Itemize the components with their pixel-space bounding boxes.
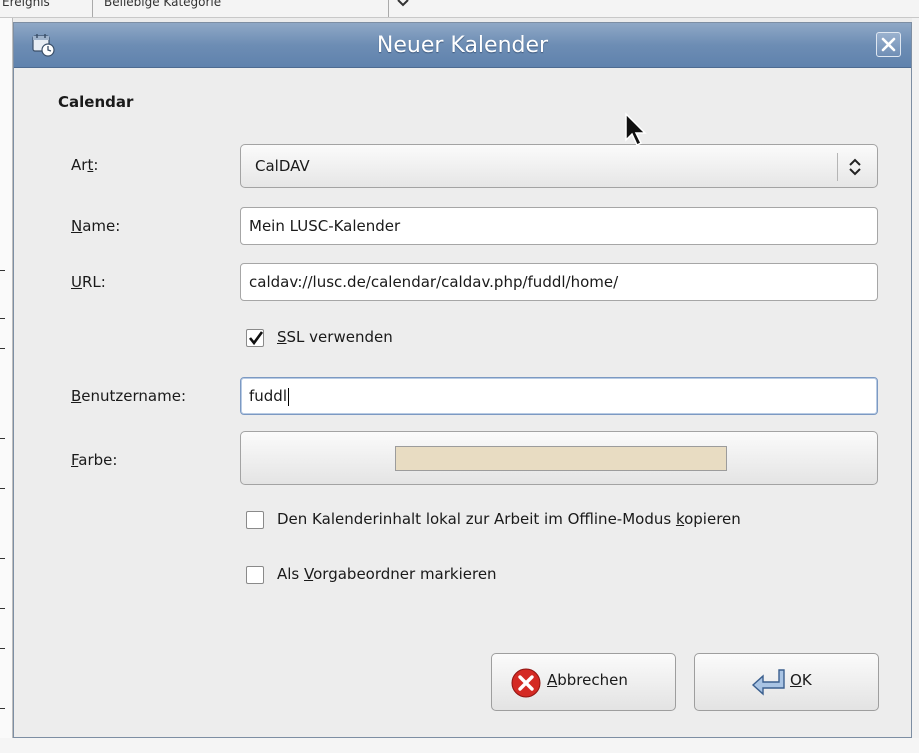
default-folder-label: Als Vorgabeordner markieren <box>277 565 497 583</box>
background-divider <box>388 0 389 17</box>
background-toolbar: Ereignis Beliebige Kategorie <box>0 0 919 18</box>
cancel-icon <box>510 667 542 703</box>
cancel-label: Abbrechen <box>547 671 628 689</box>
close-icon <box>877 37 900 60</box>
name-label: Name: <box>71 217 121 235</box>
calendar-type-select[interactable]: CalDAV <box>240 144 878 188</box>
dialog-title: Neuer Kalender <box>376 33 549 58</box>
calendar-type-value: CalDAV <box>255 157 310 175</box>
text-cursor <box>288 387 289 406</box>
username-label: Benutzername: <box>71 387 187 405</box>
ok-button[interactable]: OK <box>694 653 879 711</box>
dialog-titlebar[interactable]: Neuer Kalender <box>14 23 911 68</box>
section-title: Calendar <box>58 93 134 111</box>
mouse-pointer-icon <box>624 112 648 152</box>
enter-arrow-icon <box>751 668 785 700</box>
name-input[interactable]: Mein LUSC-Kalender <box>240 207 878 245</box>
url-label: URL: <box>71 273 106 291</box>
background-header-left: Ereignis <box>2 0 50 9</box>
close-button[interactable] <box>876 32 901 57</box>
username-input[interactable]: fuddl <box>240 377 878 415</box>
background-header-right: Beliebige Kategorie <box>104 0 222 9</box>
background-bottom-edge <box>0 738 919 753</box>
new-calendar-dialog: Neuer Kalender Calendar Art: CalDAV Name… <box>13 22 912 738</box>
offline-checkbox[interactable] <box>246 511 264 529</box>
background-left-panel <box>0 18 13 753</box>
updown-arrows-icon <box>845 156 865 178</box>
offline-label: Den Kalenderinhalt lokal zur Arbeit im O… <box>277 510 741 528</box>
type-label: Art: <box>71 156 99 174</box>
default-folder-checkbox[interactable] <box>246 566 264 584</box>
chevron-down-icon <box>396 0 410 14</box>
color-swatch <box>395 446 727 471</box>
color-label: Farbe: <box>71 451 118 469</box>
background-divider <box>92 0 93 17</box>
ssl-checkbox[interactable] <box>246 329 264 347</box>
cancel-button[interactable]: Abbrechen <box>491 653 676 711</box>
ssl-label: SSL verwenden <box>277 328 393 346</box>
background-right-edge <box>912 18 919 753</box>
ok-label: OK <box>790 671 812 689</box>
url-input[interactable]: caldav://lusc.de/calendar/caldav.php/fud… <box>240 263 878 301</box>
color-picker-button[interactable] <box>240 431 878 485</box>
